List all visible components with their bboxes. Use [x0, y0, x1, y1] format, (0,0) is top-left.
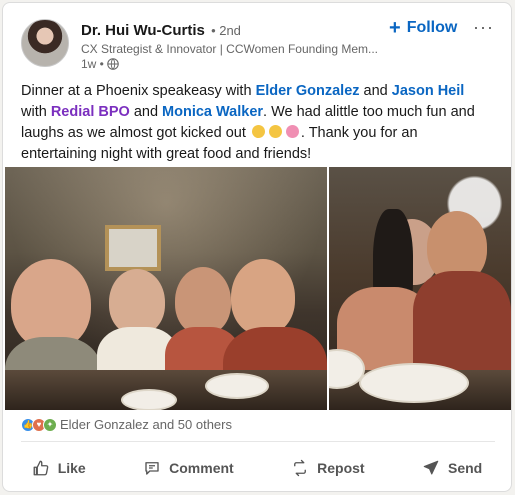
send-icon: [423, 460, 439, 475]
author-name[interactable]: Dr. Hui Wu-Curtis: [81, 22, 205, 39]
wall-frame: [105, 225, 161, 271]
connection-degree: • 2nd: [211, 23, 241, 38]
person-1: [11, 259, 91, 349]
flushed-emoji-icon: [251, 125, 265, 138]
post-meta: 1w •: [81, 57, 119, 71]
celebrate-reaction-icon: ✦: [43, 417, 57, 432]
grimace-emoji-icon: [268, 125, 282, 138]
author-headline: CX Strategist & Innovator | CCWomen Foun…: [81, 42, 379, 56]
post-photo-hug[interactable]: [329, 167, 511, 410]
reactions-summary[interactable]: 👍 ♥ ✦ Elder Gonzalez and 50 others: [21, 417, 232, 432]
thumbs-up-icon: [33, 460, 49, 476]
author-avatar[interactable]: [21, 19, 69, 67]
post-text-segment: and: [359, 83, 392, 99]
plate: [205, 373, 269, 399]
mention-redial-bpo[interactable]: Redial BPO: [51, 104, 130, 120]
post-header: Dr. Hui Wu-Curtis • 2nd CX Strategist & …: [3, 3, 511, 73]
mention-elder-gonzalez[interactable]: Elder Gonzalez: [256, 83, 360, 99]
plate: [121, 389, 177, 410]
post-text-segment: Dinner at a Phoenix speakeasy with: [21, 83, 256, 99]
plus-icon: +: [389, 17, 401, 39]
post-photo-group[interactable]: [5, 167, 327, 410]
comment-label: Comment: [169, 460, 234, 476]
repost-label: Repost: [317, 460, 365, 476]
send-button[interactable]: Send: [414, 453, 490, 483]
repost-icon: [294, 459, 307, 477]
follow-button[interactable]: + Follow: [389, 17, 458, 39]
mention-jason-heil[interactable]: Jason Heil: [392, 83, 465, 99]
divider: [21, 441, 495, 442]
post-text-segment: and: [129, 104, 163, 120]
follow-label: Follow: [406, 19, 458, 36]
post-text-segment: with: [21, 104, 51, 120]
feed-post-card: Dr. Hui Wu-Curtis • 2nd CX Strategist & …: [2, 2, 512, 492]
more-options-button[interactable]: ···: [473, 17, 494, 38]
plate: [359, 363, 469, 403]
globe-icon: [107, 58, 119, 70]
like-button[interactable]: Like: [24, 453, 94, 483]
reactions-count[interactable]: Elder Gonzalez and 50 others: [60, 417, 232, 432]
person-man-body: [413, 271, 511, 371]
send-label: Send: [448, 460, 483, 476]
like-label: Like: [57, 460, 86, 476]
reaction-icons: 👍 ♥ ✦: [21, 417, 57, 432]
post-time: 1w •: [81, 57, 104, 71]
comment-button[interactable]: Comment: [135, 453, 242, 483]
person-2: [109, 269, 165, 335]
person-3: [175, 267, 231, 335]
mention-monica-walker[interactable]: Monica Walker: [162, 104, 263, 120]
repost-button[interactable]: Repost: [283, 453, 372, 483]
person-4: [231, 259, 295, 335]
post-action-bar: Like Comment Repost Send: [3, 449, 511, 487]
party-emoji-icon: [285, 125, 299, 138]
author-name-row: Dr. Hui Wu-Curtis • 2nd: [81, 22, 241, 39]
comment-icon: [145, 462, 159, 475]
post-text: Dinner at a Phoenix speakeasy with Elder…: [21, 81, 497, 165]
